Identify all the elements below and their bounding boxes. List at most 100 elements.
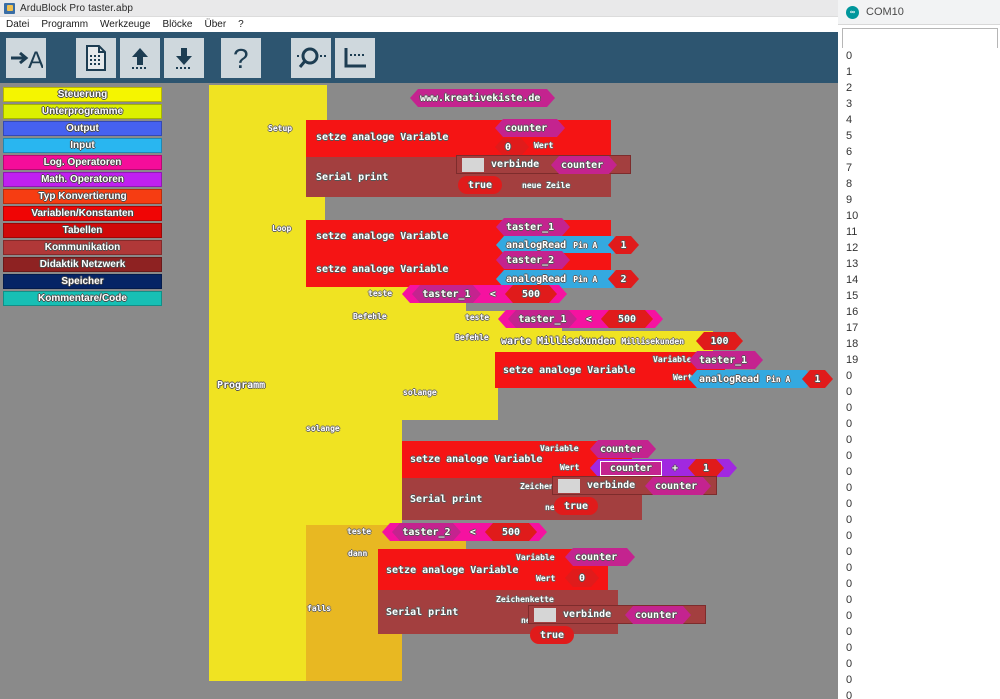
wait-milliseconds-block[interactable]: warte Millisekunden Millisekunden <box>495 331 713 352</box>
taster2-variable-block[interactable]: taster_2 <box>496 251 570 269</box>
question-mark-icon: ? <box>233 43 249 73</box>
save-button[interactable] <box>76 38 116 78</box>
serial-log-line: 0 <box>846 434 853 446</box>
palette-category-log-operatoren[interactable]: Log. Operatoren <box>3 155 162 170</box>
serial-print-label: Serial print <box>316 172 389 183</box>
palette-category-kommunikation[interactable]: Kommunikation <box>3 240 162 255</box>
variable-socket-label-5: Variable <box>540 444 579 453</box>
palette-category-steuerung[interactable]: Steuerung <box>3 87 162 102</box>
palette-category-didaktik-netzwerk[interactable]: Didaktik Netzwerk <box>3 257 162 272</box>
program-block-label: Programm <box>217 380 266 391</box>
counter-operand-loop-label: counter <box>655 480 698 492</box>
serial-send-input[interactable] <box>842 28 998 49</box>
counter-reset-target-block[interactable]: counter <box>565 548 635 566</box>
counter-target-block[interactable]: counter <box>590 440 656 458</box>
counter-operand-if-label: counter <box>635 609 678 621</box>
text-input-loop[interactable] <box>558 478 580 493</box>
text-input-setup[interactable] <box>462 157 484 172</box>
counter-operand-block-loop[interactable]: counter <box>645 477 711 495</box>
palette-category-kommentare-code[interactable]: Kommentare/Code <box>3 291 162 306</box>
menu-item-werkzeuge[interactable]: Werkzeuge <box>100 19 150 30</box>
taster1-label: taster_1 <box>506 221 555 233</box>
inner-while-label: solange <box>403 388 437 397</box>
palette-category-tabellen[interactable]: Tabellen <box>3 223 162 238</box>
taster1-operand-block-2[interactable]: taster_1 <box>508 310 577 328</box>
serial-log-line: 0 <box>846 690 853 699</box>
if-dann-label: dann <box>348 549 368 558</box>
serial-log-line: 0 <box>846 530 853 542</box>
reset-value-label: 0 <box>578 572 586 584</box>
help-button[interactable]: ? <box>221 38 261 78</box>
taster2-operand-block[interactable]: taster_2 <box>392 523 461 541</box>
threshold-block-3[interactable]: 500 <box>485 523 537 541</box>
taster1-variable-block[interactable]: taster_1 <box>496 218 570 236</box>
counter-variable-block-setup[interactable]: counter <box>495 119 565 137</box>
block-canvas[interactable]: Programm www.kreativekiste.de Setup setz… <box>165 83 838 699</box>
variable-socket-label-4: Variable <box>653 355 692 364</box>
taster1-variable-inner-block[interactable]: taster_1 <box>689 351 763 369</box>
counter-target-label: counter <box>600 443 643 455</box>
arduino-icon: ∞ <box>846 5 859 19</box>
upload-button[interactable] <box>120 38 160 78</box>
analogread-label-3: analogRead <box>699 373 760 385</box>
palette-category-input[interactable]: Input <box>3 138 162 153</box>
counter-operand-block-if[interactable]: counter <box>625 606 691 624</box>
serial-log-line: 11 <box>846 226 858 238</box>
true-block-setup[interactable]: true <box>458 176 502 194</box>
if-label: falls <box>307 604 332 613</box>
if-condition-block[interactable]: taster_2 < 500 <box>382 523 547 541</box>
set-variable-label: setze analoge Variable <box>316 132 449 143</box>
taster1-operand-block-1[interactable]: taster_1 <box>412 285 481 303</box>
download-button[interactable] <box>164 38 204 78</box>
pin-1-label: 1 <box>620 239 627 251</box>
serial-monitor-button[interactable] <box>291 38 331 78</box>
palette-category-unterprogramme[interactable]: Unterprogramme <box>3 104 162 119</box>
serial-log-line: 13 <box>846 258 859 270</box>
true-if-label: true <box>539 629 565 641</box>
menu-item-ueber[interactable]: Über <box>204 19 226 30</box>
addition-block[interactable]: counter + 1 <box>590 459 737 477</box>
true-block-if[interactable]: true <box>530 626 574 644</box>
set-analog-variable-taster1-inner-block[interactable]: setze analoge Variable Variable Wert <box>495 352 725 388</box>
outer-condition-block[interactable]: taster_1 < 500 <box>402 285 567 303</box>
verbinde-label: verbinde <box>491 159 540 170</box>
palette-category-speicher[interactable]: Speicher <box>3 274 162 289</box>
menu-item-programm[interactable]: Programm <box>41 19 88 30</box>
setup-label: Setup <box>268 124 293 133</box>
title-bar: ArduBlock Pro taster.abp <box>0 0 838 17</box>
outer-while-label: solange <box>306 424 340 433</box>
serial-log-line: 0 <box>846 498 853 510</box>
counter-operand-input[interactable]: counter <box>600 461 662 476</box>
kreativekiste-banner-block[interactable]: www.kreativekiste.de <box>410 89 555 107</box>
set-analog-variable-block-setup[interactable]: setze analoge Variable Variable Wert <box>306 120 611 157</box>
serial-plotter-button[interactable] <box>335 38 375 78</box>
menu-item-bloecke[interactable]: Blöcke <box>162 19 192 30</box>
pin-a-label-2: Pin A <box>573 274 598 284</box>
palette-category-typ-konvertierung[interactable]: Typ Konvertierung <box>3 189 162 204</box>
zeichenkette-socket-label-3: Zeichenkette <box>496 595 554 604</box>
inner-while-befehle-label: Befehle <box>455 333 489 342</box>
counter-operand-block-setup[interactable]: counter <box>551 156 617 174</box>
palette-category-output[interactable]: Output <box>3 121 162 136</box>
true-block-loop[interactable]: true <box>554 497 598 515</box>
analogread-block-3[interactable]: analogRead Pin A <box>689 370 814 388</box>
menu-item-datei[interactable]: Datei <box>6 19 29 30</box>
menu-item-help[interactable]: ? <box>238 19 244 30</box>
palette-category-variablen-konstanten[interactable]: Variablen/Konstanten <box>3 206 162 221</box>
serial-log-line: 0 <box>846 562 853 574</box>
text-input-if[interactable] <box>534 607 556 622</box>
serial-monitor-window: ∞ COM10 0 1 2 3 4 5 6 7 8 9 10 11 12 13 14 15 16 17 18 19 0 0… <box>838 0 1000 699</box>
delay-value-block[interactable]: 100 <box>696 332 743 350</box>
outer-while-block[interactable] <box>306 287 402 525</box>
palette-category-math-operatoren[interactable]: Math. Operatoren <box>3 172 162 187</box>
threshold-block-2[interactable]: 500 <box>601 310 653 328</box>
increment-value-block[interactable]: 1 <box>688 459 724 477</box>
magnifier-icon <box>297 47 326 68</box>
analogread-label-2: analogRead <box>506 273 567 285</box>
inner-condition-block[interactable]: taster_1 < 500 <box>498 310 663 328</box>
threshold-block-1[interactable]: 500 <box>505 285 557 303</box>
wert-socket-label: Wert <box>534 141 554 150</box>
outer-while-befehle-label: Befehle <box>353 312 387 321</box>
serial-log-line: 0 <box>846 578 853 590</box>
generate-code-button[interactable]: A <box>6 38 46 78</box>
